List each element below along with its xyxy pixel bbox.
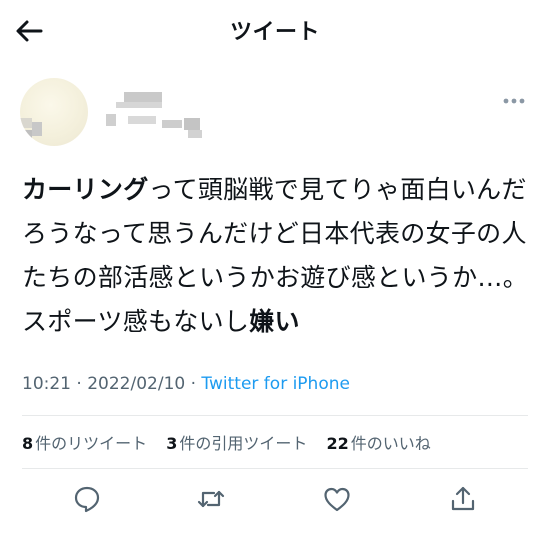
avatar[interactable] — [20, 78, 88, 146]
tweet-date[interactable]: 2022/02/10 — [87, 374, 185, 394]
like-icon[interactable] — [322, 484, 352, 514]
quote-count-stat[interactable]: 3 件の引用ツイート — [166, 434, 307, 453]
retweet-count-stat[interactable]: 8 件のリツイート — [22, 434, 147, 453]
tweet-time[interactable]: 10:21 — [22, 374, 71, 394]
tweet-source-link[interactable]: Twitter for iPhone — [201, 374, 350, 394]
retweet-count-label: 件のリツイート — [35, 434, 148, 453]
meta-separator-1: · — [76, 374, 82, 394]
meta-separator-2: · — [190, 374, 197, 394]
divider-bottom — [22, 468, 528, 469]
divider-top — [22, 415, 528, 416]
user-name-blurred[interactable] — [106, 92, 226, 142]
tweet-text-bold-end: 嫌い — [249, 307, 300, 336]
tweet-text: カーリングって頭脳戦で見てりゃ面白いんだろうなって思うんだけど日本代表の女子の人… — [22, 168, 532, 344]
more-options-icon[interactable] — [500, 92, 530, 110]
retweet-icon[interactable] — [196, 484, 226, 514]
page-title: ツイート — [229, 20, 320, 45]
like-count-stat[interactable]: 22 件のいいね — [327, 434, 431, 453]
tweet-meta: 10:21 · 2022/02/10 · Twitter for iPhone — [22, 374, 350, 394]
like-count-label: 件のいいね — [350, 434, 431, 453]
tweet-text-bold-start: カーリング — [22, 175, 149, 204]
header-bar: ツイート — [0, 0, 550, 62]
tweet-stats: 8 件のリツイート 3 件の引用ツイート 22 件のいいね — [22, 430, 445, 454]
like-count: 22 — [326, 434, 349, 453]
quote-count-label: 件の引用ツイート — [179, 434, 308, 453]
reply-icon[interactable] — [72, 484, 102, 514]
quote-count: 3 — [166, 434, 178, 453]
share-icon[interactable] — [448, 484, 478, 514]
retweet-count: 8 — [22, 434, 34, 453]
